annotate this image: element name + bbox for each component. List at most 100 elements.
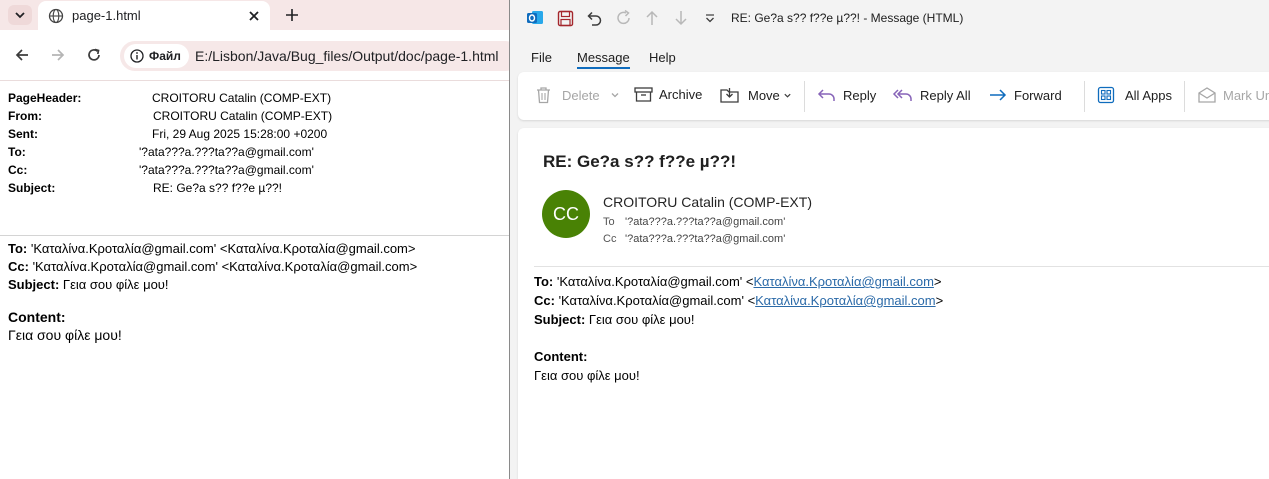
body-to-link[interactable]: Καταλίνα.Κροταλία@gmail.com: [753, 274, 933, 289]
close-icon[interactable]: [246, 8, 262, 24]
header-row: From: CROITORU Catalin (COMP-EXT): [8, 107, 332, 125]
new-tab-button[interactable]: [282, 5, 302, 25]
header-row: To: '?ata???a.???ta??a@gmail.com': [8, 143, 314, 161]
reply-all-label: Reply All: [920, 87, 971, 103]
forward-label: Forward: [1014, 87, 1062, 103]
trash-icon: [537, 87, 550, 104]
save-icon[interactable]: [555, 8, 575, 28]
mark-unread-icon: [1198, 87, 1216, 103]
body-subject-line: Subject: Γεια σου φίλε μου!: [534, 312, 695, 327]
globe-icon: [48, 8, 64, 24]
browser-window: page-1.html Файл E:/Lisbon/Java/Bug_file…: [0, 0, 509, 479]
header-key: From:: [8, 109, 42, 123]
header-row: PageHeader: CROITORU Catalin (COMP-EXT): [8, 89, 331, 107]
mark-unread-label: Mark Unr: [1223, 87, 1269, 103]
body-cc-link[interactable]: Καταλίνα.Κροταλία@gmail.com: [755, 293, 935, 308]
subject-value: Γεια σου φίλε μου!: [59, 277, 169, 292]
sender-name[interactable]: CROITORU Catalin (COMP-EXT): [603, 194, 812, 210]
avatar[interactable]: CC: [542, 190, 590, 238]
all-apps-button[interactable]: All Apps: [1097, 86, 1172, 104]
previous-item-icon[interactable]: [642, 8, 662, 28]
body-cc-label: Cc:: [534, 293, 555, 308]
tab-search-dropdown[interactable]: [8, 5, 32, 25]
reply-all-button[interactable]: Reply All: [892, 86, 971, 104]
redo-icon[interactable]: [614, 8, 634, 28]
header-row: Sent: Fri, 29 Aug 2025 15:28:00 +0200: [8, 125, 327, 143]
cc-recipients: Cc '?ata???a.???ta??a@gmail.com': [603, 233, 785, 245]
archive-label: Archive: [659, 87, 703, 102]
body-cc-name: 'Καταλίνα.Κροταλία@gmail.com' <: [554, 293, 756, 308]
to-recipients: To '?ata???a.???ta??a@gmail.com': [603, 216, 785, 228]
menu-file[interactable]: File: [531, 50, 552, 65]
subject-label: Subject:: [8, 277, 60, 292]
header-value: RE: Ge?a s?? f??e µ??!: [153, 181, 282, 195]
chevron-down-icon: [784, 93, 791, 98]
menu-help[interactable]: Help: [649, 50, 676, 65]
forward-button[interactable]: [47, 44, 69, 66]
menu-message[interactable]: Message: [577, 50, 630, 69]
header-value: '?ata???a.???ta??a@gmail.com': [139, 145, 314, 159]
header-key: Cc:: [8, 163, 28, 177]
tab-strip: page-1.html: [0, 0, 509, 30]
body-to-label: To:: [534, 274, 554, 289]
delete-button[interactable]: Delete: [535, 86, 620, 104]
header-key: To:: [8, 145, 26, 159]
header-divider: [0, 235, 509, 236]
window-title: RE: Ge?a s?? f??e µ??! - Message (HTML): [731, 11, 964, 25]
cc-label: Cc: [603, 233, 617, 245]
body-content-label: Content:: [534, 349, 588, 364]
arrow-left-icon: [15, 49, 28, 61]
move-button[interactable]: Move: [720, 86, 792, 104]
outlook-logo-icon: [525, 8, 545, 28]
reply-button[interactable]: Reply: [817, 86, 876, 104]
cc-value[interactable]: '?ata???a.???ta??a@gmail.com': [625, 233, 785, 245]
message-subject: RE: Ge?a s?? f??e µ??!: [543, 152, 737, 171]
address-bar[interactable]: Файл E:/Lisbon/Java/Bug_files/Output/doc…: [120, 41, 509, 71]
next-item-icon[interactable]: [671, 8, 691, 28]
back-button[interactable]: [11, 44, 33, 66]
archive-button[interactable]: Archive: [634, 86, 702, 103]
outlook-window: RE: Ge?a s?? f??e µ??! - Message (HTML) …: [509, 0, 1269, 479]
customize-toolbar-icon[interactable]: [700, 8, 720, 28]
undo-icon[interactable]: [584, 8, 604, 28]
cc-label: Cc:: [8, 259, 29, 274]
body-content-value: Γεια σου φίλε μου!: [534, 368, 640, 383]
reply-label: Reply: [843, 87, 877, 103]
tab-page-1[interactable]: page-1.html: [38, 1, 270, 30]
reply-all-icon: [892, 89, 912, 101]
apps-grid-icon: [1097, 86, 1115, 104]
reply-icon: [817, 89, 835, 101]
ribbon-separator: [804, 81, 805, 112]
forward-icon: [990, 89, 1007, 101]
to-line: To: 'Καταλίνα.Κροταλία@gmail.com' <Καταλ…: [8, 241, 415, 256]
reload-button[interactable]: [83, 44, 105, 66]
header-key: Sent:: [8, 127, 38, 141]
plus-icon: [286, 9, 298, 21]
header-row: Cc: '?ata???a.???ta??a@gmail.com': [8, 161, 314, 179]
body-subject-value: Γεια σου φίλε μου!: [585, 312, 695, 327]
header-row: Subject: RE: Ge?a s?? f??e µ??!: [8, 179, 282, 197]
arrow-right-icon: [52, 49, 65, 61]
body-subject-label: Subject:: [534, 312, 586, 327]
to-label: To:: [8, 241, 28, 256]
reading-pane: RE: Ge?a s?? f??e µ??! CC CROITORU Catal…: [518, 128, 1269, 479]
ribbon-separator: [1084, 81, 1085, 112]
mark-unread-button[interactable]: Mark Unr: [1197, 86, 1269, 104]
header-value: CROITORU Catalin (COMP-EXT): [153, 109, 333, 123]
page-content: PageHeader: CROITORU Catalin (COMP-EXT) F…: [0, 81, 509, 479]
body-cc-line: Cc: 'Καταλίνα.Κροταλία@gmail.com' <Καταλ…: [534, 293, 943, 308]
to-label: To: [603, 216, 615, 228]
forward-button[interactable]: Forward: [988, 86, 1062, 104]
close-bracket: >: [933, 274, 942, 289]
chevron-down-icon: [611, 93, 619, 98]
body-to-line: To: 'Καταλίνα.Κροταλία@gmail.com' <Καταλ…: [534, 274, 942, 289]
header-value: '?ata???a.???ta??a@gmail.com': [139, 163, 314, 177]
content-value: Γεια σου φίλε μου!: [8, 327, 122, 343]
chevron-down-icon: [15, 12, 25, 19]
delete-label: Delete: [562, 87, 600, 103]
all-apps-label: All Apps: [1125, 87, 1172, 103]
body-divider: [534, 266, 1269, 267]
to-value[interactable]: '?ata???a.???ta??a@gmail.com': [625, 216, 785, 228]
site-info-chip[interactable]: Файл: [124, 44, 189, 68]
move-label: Move: [748, 87, 780, 103]
